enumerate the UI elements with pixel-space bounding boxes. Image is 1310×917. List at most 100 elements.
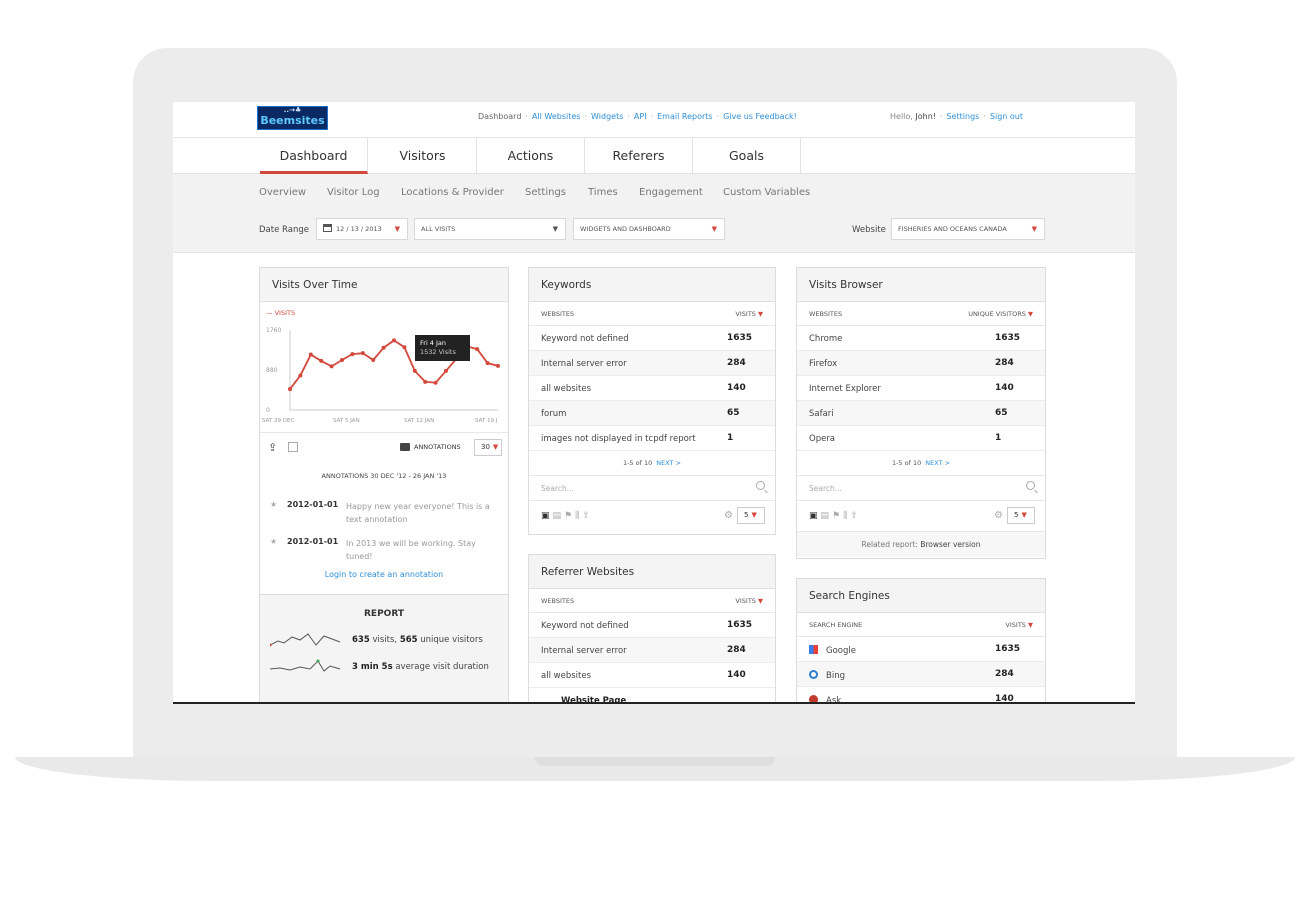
subnav-locations[interactable]: Locations & Provider (401, 187, 504, 198)
table-row[interactable]: Firefox 284 (797, 351, 1045, 376)
toplink-email-reports[interactable]: Email Reports (657, 112, 712, 121)
toplink-widgets[interactable]: Widgets (591, 112, 623, 121)
annotations-icon[interactable] (400, 443, 410, 451)
data-point[interactable] (433, 380, 438, 385)
signout-link[interactable]: Sign out (990, 112, 1023, 121)
tab-referers[interactable]: Referers (585, 138, 693, 174)
chevron-down-icon: ▼ (711, 225, 717, 233)
data-point[interactable] (381, 345, 386, 350)
star-icon[interactable]: ★ (270, 537, 277, 546)
data-point[interactable] (496, 363, 500, 368)
export-icon[interactable]: ⇪ (268, 441, 277, 454)
table-row[interactable]: all websites 140 (529, 663, 775, 688)
table-row[interactable]: Bing 284 (797, 662, 1045, 687)
calendar-icon (323, 224, 332, 232)
column-header-sorted[interactable]: VISITS ▼ (735, 597, 763, 605)
table-row[interactable]: images not displayed in tcpdf report 1 (529, 426, 775, 451)
search-icon[interactable] (756, 481, 765, 490)
table-row[interactable]: forum 65 (529, 401, 775, 426)
subnav-visitor-log[interactable]: Visitor Log (327, 187, 380, 198)
visualization-icons[interactable]: ▣▤⚑⫼⇪ (541, 511, 593, 521)
table-row[interactable]: Keyword not defined 1635 (529, 326, 775, 351)
data-point[interactable] (298, 373, 303, 378)
data-point[interactable] (308, 352, 313, 357)
column-header[interactable]: WEBSITES (809, 310, 842, 318)
logo[interactable]: ..→♣ Beemsites (257, 106, 328, 130)
analytics-screen: ..→♣ Beemsites Dashboard · All Websites · Wi… (173, 102, 1135, 704)
subnav-engagement[interactable]: Engagement (639, 187, 703, 198)
data-point[interactable] (360, 351, 365, 356)
toplink-dashboard[interactable]: Dashboard (478, 112, 521, 121)
subnav-overview[interactable]: Overview (259, 187, 306, 198)
table-row[interactable]: Internet Explorer 140 (797, 376, 1045, 401)
subnav-settings[interactable]: Settings (525, 187, 566, 198)
toplink-all-websites[interactable]: All Websites (532, 112, 581, 121)
chart-legend[interactable]: — VISITS (266, 309, 295, 317)
data-point[interactable] (288, 387, 292, 392)
toplink-api[interactable]: API (634, 112, 647, 121)
settings-link[interactable]: Settings (947, 112, 980, 121)
subnav-custom-variables[interactable]: Custom Variables (723, 187, 810, 198)
annotations-toggle[interactable]: ANNOTATIONS (414, 443, 461, 451)
login-annotation-link[interactable]: Login to create an annotation (260, 570, 508, 579)
data-point[interactable] (371, 358, 376, 362)
data-point[interactable] (402, 345, 407, 350)
column-header[interactable]: WEBSITES (541, 310, 574, 318)
table-row[interactable]: Internal server error 284 (529, 351, 775, 376)
column-header-sorted[interactable]: UNIQUE VISITORS ▼ (968, 310, 1033, 318)
user-name: John! (915, 112, 936, 121)
segment-select[interactable]: ALL VISITS ▼ (414, 218, 566, 240)
row-value: 140 (995, 694, 1014, 704)
data-point[interactable] (350, 352, 355, 357)
search-input[interactable]: Search... (541, 484, 574, 493)
column-header-sorted[interactable]: VISITS ▼ (735, 310, 763, 318)
image-icon[interactable] (288, 442, 298, 452)
period-select[interactable]: 30 ▼ (474, 439, 502, 456)
column-header[interactable]: WEBSITES (541, 597, 574, 605)
table-row[interactable]: Chrome 1635 (797, 326, 1045, 351)
tab-actions[interactable]: Actions (477, 138, 585, 174)
table-row[interactable]: Keyword not defined 1635 (529, 613, 775, 638)
table-row[interactable]: Opera 1 (797, 426, 1045, 451)
column-header-sorted[interactable]: VISITS ▼ (1005, 621, 1033, 629)
star-icon[interactable]: ★ (270, 500, 277, 509)
limit-select[interactable]: 5 ▼ (737, 507, 765, 524)
data-point[interactable] (412, 368, 417, 373)
data-point[interactable] (319, 358, 324, 363)
table-row[interactable]: Google 1635 (797, 637, 1045, 662)
table-row[interactable]: Internal server error 284 (529, 638, 775, 663)
data-point[interactable] (485, 361, 490, 366)
data-point[interactable] (329, 364, 334, 369)
tab-visitors[interactable]: Visitors (369, 138, 477, 174)
next-link[interactable]: NEXT > (656, 459, 681, 467)
search-input[interactable]: Search... (809, 484, 842, 493)
tab-goals[interactable]: Goals (693, 138, 801, 174)
gear-icon[interactable]: ⚙ (724, 510, 733, 521)
limit-select[interactable]: 5 ▼ (1007, 507, 1035, 524)
subnav-times[interactable]: Times (588, 187, 618, 198)
data-point[interactable] (423, 379, 428, 384)
table-row[interactable]: Website Page (529, 688, 775, 702)
table-row[interactable]: Safari 65 (797, 401, 1045, 426)
search-icon[interactable] (1026, 481, 1035, 490)
date-range-label: Date Range (259, 225, 309, 235)
next-link[interactable]: NEXT > (925, 459, 950, 467)
data-point[interactable] (392, 338, 396, 343)
data-point[interactable] (340, 358, 344, 362)
chevron-down-icon: ▼ (394, 225, 400, 233)
table-row[interactable]: Ask 140 (797, 687, 1045, 704)
toplink-feedback[interactable]: Give us Feedback! (723, 112, 797, 121)
visualization-icons[interactable]: ▣▤⚑⫼⇪ (809, 511, 861, 521)
widget-referrer-websites: Referrer Websites WEBSITES VISITS ▼ Keyw… (528, 554, 776, 702)
website-select[interactable]: FISHERIES AND OCEANS CANADA ▼ (891, 218, 1045, 240)
tab-dashboard[interactable]: Dashboard (260, 138, 368, 174)
date-range-picker[interactable]: 12 / 13 / 2013 ▼ (316, 218, 408, 240)
gear-icon[interactable]: ⚙ (994, 510, 1003, 521)
view-select[interactable]: WIDGETS AND DASHBOARD ▼ (573, 218, 725, 240)
column-header[interactable]: SEARCH ENGINE (809, 621, 862, 629)
data-point[interactable] (475, 347, 480, 352)
data-point[interactable] (444, 368, 448, 373)
table-row[interactable]: all websites 140 (529, 376, 775, 401)
y-tick-label: 0 (266, 407, 270, 414)
related-link[interactable]: Browser version (920, 540, 980, 549)
